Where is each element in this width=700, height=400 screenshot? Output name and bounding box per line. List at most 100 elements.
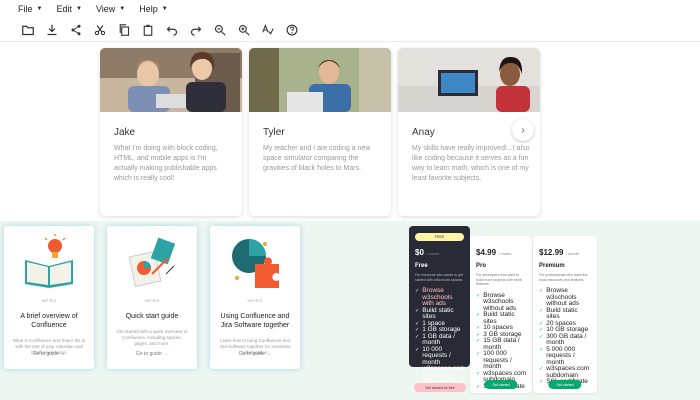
menu-label: Edit [56, 4, 72, 14]
paste-icon[interactable] [136, 20, 160, 40]
check-icon: ✓ [539, 366, 544, 372]
spellcheck-icon[interactable] [256, 20, 280, 40]
check-icon: ✓ [476, 351, 481, 357]
plan-description: For professionals who want the most reso… [539, 273, 588, 282]
testimonial-name: Tyler [263, 127, 285, 138]
menu-view[interactable]: View ▼ [96, 4, 125, 14]
feature-item: ✓ Browse w3schools with ads [415, 287, 453, 307]
feature-item: ✓ 100 000 requests / month [476, 350, 512, 370]
check-icon: ✓ [415, 333, 420, 340]
check-icon: ✓ [539, 333, 544, 340]
plan-price: $0 / month [415, 248, 440, 257]
puzzle-icon [232, 239, 279, 288]
check-icon: ✓ [415, 366, 420, 372]
get-started-free-button[interactable]: Get started for free [414, 383, 466, 392]
redo-icon[interactable] [184, 20, 208, 40]
chevron-right-icon: › [521, 124, 525, 136]
download-icon[interactable] [40, 20, 64, 40]
check-icon: ✓ [476, 292, 481, 299]
check-icon: ✓ [415, 307, 420, 314]
caret-down-icon: ▼ [119, 6, 126, 12]
menu-label: File [18, 4, 33, 14]
plan-price: $12.99 / month [539, 248, 580, 257]
testimonial-card-tyler: Tyler My teacher and I are coding a new … [249, 48, 391, 216]
guide-description: Get started with a quick overview of Con… [116, 329, 188, 346]
copy-icon[interactable] [112, 20, 136, 40]
guide-title: Using Confluence and Jira Software toget… [220, 313, 290, 329]
get-started-pro-button[interactable]: Get started [484, 380, 518, 389]
guide-card[interactable]: INTRO Using Confluence and Jira Software… [210, 226, 300, 369]
feature-list: ✓ Browse w3schools without ads ✓ Build sta… [539, 287, 591, 386]
plan-price: $4.99 / month [476, 248, 512, 257]
menu-help[interactable]: Help ▼ [139, 4, 167, 14]
cut-icon[interactable] [88, 20, 112, 40]
carousel-next-button[interactable]: › [512, 119, 534, 141]
pricing-card-premium: $12.99 / month Premium For professionals… [533, 236, 597, 393]
feature-list: ✓ Browse w3schools with ads ✓ Build static… [415, 287, 465, 386]
check-icon: ✓ [476, 338, 481, 344]
guide-title: Quick start guide [125, 313, 179, 320]
menu-bar: File ▼ Edit ▼ View ▼ Help ▼ [0, 0, 700, 18]
guide-category: INTRO [41, 298, 57, 303]
toolbar [0, 18, 700, 42]
feature-item: ✓ Browse w3schools without ads [539, 287, 580, 307]
check-icon: ✓ [539, 288, 544, 294]
zoom-out-icon[interactable] [208, 20, 232, 40]
testimonials-section: Jake What I'm doing with block coding, H… [0, 43, 700, 221]
check-icon: ✓ [539, 307, 544, 314]
help-icon[interactable] [280, 20, 304, 40]
plan-name: Free [415, 263, 428, 269]
guide-card[interactable]: INTRO Quick start guide Get started with… [107, 226, 197, 369]
feature-item: ✓ Browse w3schools without ads [476, 291, 517, 312]
check-icon: ✓ [415, 346, 420, 353]
caret-down-icon: ▼ [75, 6, 82, 12]
check-icon: ✓ [476, 312, 481, 318]
share-icon[interactable] [64, 20, 88, 40]
feature-item: ✓ 5 000 000 requests / month [539, 345, 576, 366]
plan-name: Premium [539, 263, 565, 269]
testimonial-card-jake: Jake What I'm doing with block coding, H… [100, 48, 242, 216]
caret-down-icon: ▼ [36, 6, 43, 12]
feature-item: ✓ Build static sites [539, 306, 578, 320]
testimonial-name: Jake [114, 127, 136, 138]
menu-file[interactable]: File ▼ [18, 4, 42, 14]
menu-label: Help [139, 4, 158, 14]
jake-photo [100, 48, 242, 112]
open-book-icon [25, 234, 73, 288]
guide-title: A brief overview of Confluence [20, 313, 78, 329]
folder-icon[interactable] [16, 20, 40, 40]
zoom-in-icon[interactable] [232, 20, 256, 40]
go-to-guide-link[interactable]: Go to guide → [107, 351, 197, 357]
check-icon: ✓ [539, 346, 544, 353]
testimonial-quote: My teacher and I are coding a new space … [263, 145, 371, 172]
check-icon: ✓ [476, 370, 481, 377]
caret-down-icon: ▼ [161, 6, 168, 12]
feature-item: ✓ 300 GB data / month [539, 332, 587, 346]
guide-category: INTRO [144, 298, 160, 303]
feature-item: ✓ Build static sites [415, 306, 454, 320]
guide-card[interactable]: INTRO A brief overview of Confluence Wha… [4, 226, 94, 369]
tyler-photo [249, 48, 391, 112]
feature-item: ✓ 1 GB data / month [415, 332, 456, 346]
free-badge: FREE [415, 233, 464, 241]
check-icon: ✓ [539, 379, 544, 385]
quick-start-icon [128, 237, 176, 287]
check-icon: ✓ [415, 288, 420, 294]
testimonial-quote: What I'm doing with block coding, HTML, … [114, 145, 218, 182]
anay-photo [398, 48, 540, 112]
plan-description: For everyone who wants to get started wi… [415, 273, 464, 282]
menu-edit[interactable]: Edit ▼ [56, 4, 81, 14]
undo-icon[interactable] [160, 20, 184, 40]
feature-list: ✓ Browse w3schools without ads ✓ Build sta… [476, 291, 526, 391]
testimonial-quote: My skills have really improved!...I also… [412, 145, 530, 182]
check-icon: ✓ [476, 383, 481, 390]
get-started-premium-button[interactable]: Get started [548, 380, 582, 389]
feature-item: ✓ 10 000 requests / month [415, 345, 451, 366]
plan-description: For developers who want to build more pr… [476, 273, 522, 286]
go-to-guide-link[interactable]: Go to guide → [4, 351, 94, 357]
plan-name: Pro [476, 263, 487, 269]
go-to-guide-link[interactable]: Go to guide → [210, 351, 300, 357]
menu-label: View [95, 4, 116, 14]
guide-category: INTRO [247, 298, 263, 303]
pricing-card-free: FREE $0 / month Free For everyone who wa… [409, 226, 470, 385]
